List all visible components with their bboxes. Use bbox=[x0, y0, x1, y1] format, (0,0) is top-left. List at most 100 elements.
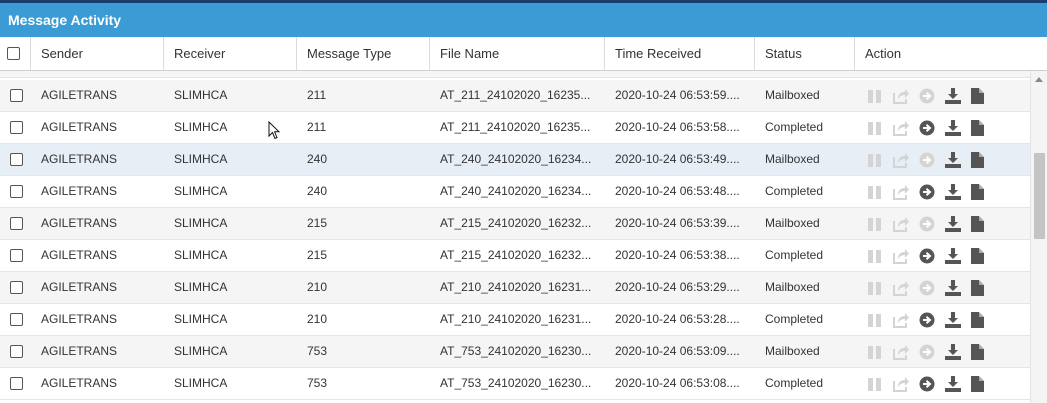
vertical-scrollbar[interactable] bbox=[1030, 71, 1047, 403]
row-checkbox[interactable] bbox=[10, 345, 23, 358]
cell-sender: AGILETRANS bbox=[41, 120, 118, 134]
row-actions bbox=[866, 215, 996, 233]
cell-receiver: SLIMHCA bbox=[174, 216, 228, 230]
row-actions bbox=[866, 87, 996, 105]
cell-status: Mailboxed bbox=[765, 344, 820, 358]
row-checkbox[interactable] bbox=[10, 377, 23, 390]
table-row[interactable]: AGILETRANS SLIMHCA 240 AT_240_24102020_1623… bbox=[0, 144, 1030, 176]
cell-file-name[interactable]: AT_210_24102020_16231... bbox=[440, 272, 602, 303]
cell-message-type: 240 bbox=[307, 152, 328, 166]
cell-receiver: SLIMHCA bbox=[174, 184, 228, 198]
cell-message-type: 215 bbox=[307, 216, 328, 230]
column-header-status[interactable]: Status bbox=[754, 37, 854, 70]
panel-title: Message Activity bbox=[0, 3, 1047, 37]
cell-message-type: 215 bbox=[307, 248, 328, 262]
row-checkbox[interactable] bbox=[10, 249, 23, 262]
row-checkbox[interactable] bbox=[10, 153, 23, 166]
cell-time-received: 2020-10-24 06:53:08.... bbox=[615, 376, 740, 390]
table-header: Sender Receiver Message Type File Name T… bbox=[0, 37, 1047, 71]
row-actions bbox=[866, 119, 996, 137]
cell-status: Mailboxed bbox=[765, 152, 820, 166]
table-row[interactable]: AGILETRANS SLIMHCA 210 AT_210_24102020_1623… bbox=[0, 304, 1030, 336]
row-actions bbox=[866, 343, 996, 361]
cell-time-received: 2020-10-24 06:53:48.... bbox=[615, 184, 740, 198]
column-header-sender[interactable]: Sender bbox=[30, 37, 163, 70]
table-row[interactable]: AGILETRANS SLIMHCA 211 AT_211_24102020_1623… bbox=[0, 80, 1030, 112]
cell-time-received: 2020-10-24 06:53:39.... bbox=[615, 216, 740, 230]
table-row[interactable]: AGILETRANS SLIMHCA 753 AT_753_24102020_1623… bbox=[0, 368, 1030, 400]
cell-file-name[interactable]: AT_210_24102020_16231... bbox=[440, 304, 602, 335]
table-row[interactable]: AGILETRANS SLIMHCA 210 AT_210_24102020_1623… bbox=[0, 272, 1030, 304]
cell-time-received: 2020-10-24 06:53:38.... bbox=[615, 248, 740, 262]
row-checkbox[interactable] bbox=[10, 217, 23, 230]
header-select-cell bbox=[0, 37, 30, 70]
column-header-action: Action bbox=[854, 37, 1030, 70]
table-body: AGILETRANS SLIMHCA 211 AT_211_24102020_1623… bbox=[0, 71, 1030, 403]
cell-status: Mailboxed bbox=[765, 280, 820, 294]
cell-sender: AGILETRANS bbox=[41, 376, 118, 390]
row-checkbox[interactable] bbox=[10, 185, 23, 198]
cell-file-name[interactable]: AT_211_24102020_16235... bbox=[440, 80, 602, 111]
mouse-cursor-icon bbox=[268, 121, 281, 140]
cell-sender: AGILETRANS bbox=[41, 248, 118, 262]
row-checkbox[interactable] bbox=[10, 89, 23, 102]
cell-file-name[interactable]: AT_211_24102020_16235... bbox=[440, 112, 602, 143]
cell-message-type: 210 bbox=[307, 280, 328, 294]
table-row[interactable]: AGILETRANS SLIMHCA 211 AT_211_24102020_1623… bbox=[0, 112, 1030, 144]
cell-status: Completed bbox=[765, 376, 824, 390]
cell-sender: AGILETRANS bbox=[41, 152, 118, 166]
cell-sender: AGILETRANS bbox=[41, 216, 118, 230]
cell-status: Completed bbox=[765, 248, 824, 262]
cell-receiver: SLIMHCA bbox=[174, 248, 228, 262]
row-actions bbox=[866, 375, 996, 393]
cell-receiver: SLIMHCA bbox=[174, 312, 228, 326]
cell-time-received: 2020-10-24 06:53:29.... bbox=[615, 280, 740, 294]
table-row-partial bbox=[0, 71, 1030, 78]
cell-status: Completed bbox=[765, 120, 824, 134]
cell-sender: AGILETRANS bbox=[41, 344, 118, 358]
cell-receiver: SLIMHCA bbox=[174, 152, 228, 166]
table-row[interactable]: AGILETRANS SLIMHCA 215 AT_215_24102020_1623… bbox=[0, 208, 1030, 240]
cell-sender: AGILETRANS bbox=[41, 312, 118, 326]
row-checkbox[interactable] bbox=[10, 121, 23, 134]
cell-time-received: 2020-10-24 06:53:58.... bbox=[615, 120, 740, 134]
scroll-up-arrow[interactable] bbox=[1035, 77, 1043, 82]
row-actions bbox=[866, 247, 996, 265]
table-row[interactable]: AGILETRANS SLIMHCA 215 AT_215_24102020_1623… bbox=[0, 240, 1030, 272]
cell-status: Mailboxed bbox=[765, 88, 820, 102]
cell-status: Completed bbox=[765, 312, 824, 326]
select-all-checkbox[interactable] bbox=[7, 47, 20, 60]
table-row[interactable]: AGILETRANS SLIMHCA 240 AT_240_24102020_1623… bbox=[0, 176, 1030, 208]
row-actions bbox=[866, 279, 996, 297]
column-header-message-type[interactable]: Message Type bbox=[296, 37, 429, 70]
cell-file-name[interactable]: AT_215_24102020_16232... bbox=[440, 208, 602, 239]
row-checkbox[interactable] bbox=[10, 313, 23, 326]
cell-sender: AGILETRANS bbox=[41, 184, 118, 198]
cell-message-type: 211 bbox=[307, 88, 327, 102]
cell-time-received: 2020-10-24 06:53:59.... bbox=[615, 88, 740, 102]
cell-receiver: SLIMHCA bbox=[174, 344, 228, 358]
cell-message-type: 240 bbox=[307, 184, 328, 198]
column-header-receiver[interactable]: Receiver bbox=[163, 37, 296, 70]
cell-sender: AGILETRANS bbox=[41, 88, 118, 102]
cell-time-received: 2020-10-24 06:53:28.... bbox=[615, 312, 740, 326]
cell-sender: AGILETRANS bbox=[41, 280, 118, 294]
cell-message-type: 210 bbox=[307, 312, 328, 326]
table-row[interactable]: AGILETRANS SLIMHCA 753 AT_753_24102020_1623… bbox=[0, 336, 1030, 368]
cell-receiver: SLIMHCA bbox=[174, 376, 228, 390]
cell-message-type: 211 bbox=[307, 120, 327, 134]
row-actions bbox=[866, 183, 996, 201]
cell-file-name[interactable]: AT_753_24102020_16230... bbox=[440, 368, 602, 399]
cell-message-type: 753 bbox=[307, 344, 328, 358]
column-header-file-name[interactable]: File Name bbox=[429, 37, 604, 70]
cell-status: Completed bbox=[765, 184, 824, 198]
cell-receiver: SLIMHCA bbox=[174, 280, 228, 294]
row-checkbox[interactable] bbox=[10, 281, 23, 294]
cell-file-name[interactable]: AT_753_24102020_16230... bbox=[440, 336, 602, 367]
cell-file-name[interactable]: AT_215_24102020_16232... bbox=[440, 240, 602, 271]
cell-file-name[interactable]: AT_240_24102020_16234... bbox=[440, 176, 602, 207]
scrollbar-thumb[interactable] bbox=[1034, 153, 1045, 239]
column-header-time-received[interactable]: Time Received bbox=[604, 37, 754, 70]
cell-file-name[interactable]: AT_240_24102020_16234... bbox=[440, 144, 602, 175]
row-actions bbox=[866, 151, 996, 169]
